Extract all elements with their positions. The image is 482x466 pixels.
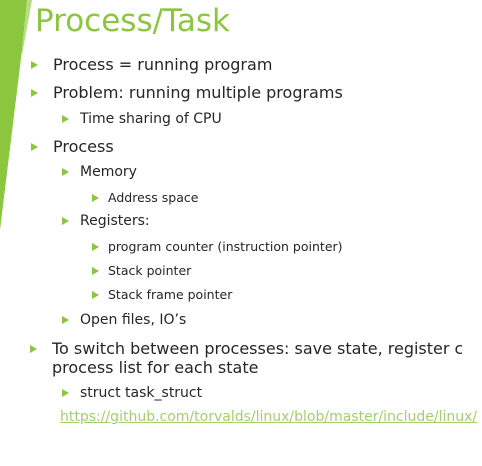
bullet-text-line-1: To switch between processes: save state,…: [52, 339, 462, 358]
bullet-arrow-icon: [31, 88, 38, 97]
bullet-text: Stack pointer: [108, 263, 192, 278]
sub-sub-bullet-item: program counter (instruction pointer): [92, 239, 343, 254]
github-link[interactable]: https://github.com/torvalds/linux/blob/m…: [60, 409, 477, 425]
bullet-text: Stack frame pointer: [108, 287, 233, 302]
bullet-text: Time sharing of CPU: [80, 111, 222, 127]
sub-bullet-item: struct task_struct: [62, 385, 203, 402]
bullet-arrow-icon: [31, 60, 38, 69]
bullet-text: Process = running program: [53, 55, 273, 74]
bullet-arrow-icon: [62, 115, 69, 124]
bullet-arrow-icon: [92, 242, 99, 251]
bullet-item: Problem: running multiple programs: [31, 83, 343, 102]
sub-sub-bullet-item: Address space: [92, 190, 199, 205]
bullet-text: Open files, IO’s: [80, 312, 187, 328]
bullet-arrow-icon: [30, 345, 37, 353]
slide: Process/Task Process = running program P…: [0, 0, 482, 466]
sub-sub-bullet-item: Stack pointer: [92, 263, 192, 278]
bullet-item: To switch between processes: save state,…: [52, 339, 462, 377]
bullet-item: Process: [31, 137, 114, 156]
sub-bullet-item: Memory: [62, 164, 137, 181]
sub-bullet-item: Open files, IO’s: [62, 312, 187, 329]
bullet-arrow-icon: [62, 316, 69, 325]
slide-title: Process/Task: [35, 3, 230, 39]
sub-bullet-item: Registers:: [62, 213, 150, 230]
bullet-text: Address space: [108, 190, 199, 205]
bullet-arrow-icon: [62, 389, 69, 398]
bullet-text: Problem: running multiple programs: [53, 83, 343, 102]
bullet-text-line-2: process list for each state: [52, 358, 259, 378]
bullet-text: Process: [53, 137, 114, 156]
bullet-arrow-icon: [92, 193, 99, 202]
bullet-text: Memory: [80, 164, 137, 180]
bullet-arrow-icon: [62, 168, 69, 177]
bullet-text: Registers:: [80, 213, 150, 229]
bullet-arrow-icon: [92, 290, 99, 299]
bullet-text: struct task_struct: [80, 385, 203, 401]
bullet-item: Process = running program: [31, 55, 273, 74]
bullet-arrow-icon: [92, 266, 99, 275]
bullet-arrow-icon: [31, 142, 38, 151]
bullet-arrow-icon: [62, 217, 69, 226]
sub-bullet-item: Time sharing of CPU: [62, 111, 222, 128]
bullet-text: program counter (instruction pointer): [108, 239, 343, 254]
sub-sub-bullet-item: Stack frame pointer: [92, 287, 233, 302]
